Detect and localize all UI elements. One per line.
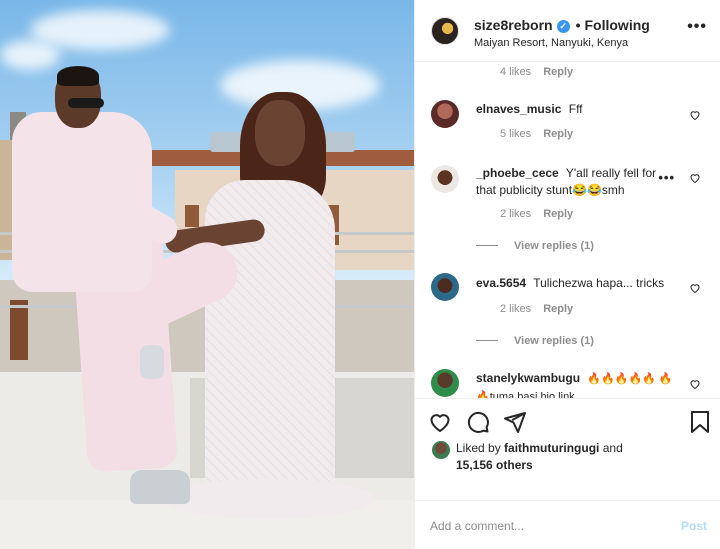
sneaker: [140, 345, 164, 379]
window: [185, 205, 199, 227]
post-button[interactable]: Post: [681, 519, 707, 533]
likes-text: Liked by faithmuturingugi and 15,156 oth…: [456, 440, 623, 474]
divider: [476, 245, 498, 246]
commenter-avatar[interactable]: [431, 165, 459, 193]
add-comment-bar: Post: [415, 500, 720, 549]
following-button[interactable]: Following: [585, 17, 650, 33]
heart-icon[interactable]: [689, 172, 701, 184]
save-button[interactable]: [687, 409, 713, 435]
commenter-username[interactable]: stanelykwambugu: [476, 371, 580, 385]
comment-likes[interactable]: 2 likes: [500, 208, 531, 220]
liker-username[interactable]: faithmuturingugi: [504, 441, 599, 455]
comment-text: stanelykwambugu 🔥🔥🔥🔥🔥 🔥🔥tuma basi hio li…: [476, 370, 676, 398]
more-options-icon[interactable]: •••: [687, 18, 707, 36]
separator: •: [575, 17, 581, 33]
commenter-username[interactable]: eva.5654: [476, 276, 526, 290]
comment-body: Tulichezwa hapa... tricks: [533, 276, 665, 290]
comment-input[interactable]: [430, 516, 650, 536]
author-avatar[interactable]: [431, 17, 459, 45]
commenter-avatar[interactable]: [431, 100, 459, 128]
liked-by-label: Liked by: [456, 441, 501, 455]
man-hair: [57, 66, 99, 86]
comment-meta: 4 likes Reply: [500, 66, 573, 78]
bookmark-icon: [691, 411, 709, 433]
reply-button[interactable]: Reply: [543, 208, 573, 220]
woman-head: [255, 100, 305, 166]
comment-meta: 2 likes Reply: [500, 208, 573, 220]
commenter-username[interactable]: _phoebe_cece: [476, 166, 559, 180]
sunglasses: [68, 98, 104, 108]
author-line: size8reborn ✓ • Following: [474, 17, 650, 33]
and-label: and: [602, 441, 623, 455]
post-photo[interactable]: [0, 0, 414, 549]
post-actions: [415, 398, 720, 442]
heart-icon[interactable]: [689, 109, 701, 121]
comment-likes[interactable]: 5 likes: [500, 128, 531, 140]
comment-text: _phoebe_cece Y'all really fell for that …: [476, 165, 676, 199]
divider: [476, 340, 498, 341]
post-header: size8reborn ✓ • Following Maiyan Resort, Na…: [415, 0, 720, 62]
commenter-username[interactable]: elnaves_music: [476, 102, 561, 116]
window: [10, 300, 28, 360]
commenter-avatar[interactable]: [431, 273, 459, 301]
share-button[interactable]: [502, 409, 528, 435]
post-location[interactable]: Maiyan Resort, Nanyuki, Kenya: [474, 37, 628, 49]
comment-icon: [467, 411, 489, 433]
more-options-icon[interactable]: •••: [658, 170, 675, 185]
reply-button[interactable]: Reply: [543, 128, 573, 140]
comment-likes[interactable]: 4 likes: [500, 66, 531, 78]
verified-badge-icon: ✓: [556, 20, 570, 33]
comment-meta: 5 likes Reply: [500, 128, 573, 140]
view-replies-label: View replies (1): [514, 240, 594, 252]
comment-button[interactable]: [465, 409, 491, 435]
heart-icon: [430, 414, 450, 432]
heart-icon[interactable]: [689, 282, 701, 294]
likes-count[interactable]: 15,156 others: [456, 458, 533, 472]
view-replies-label: View replies (1): [514, 335, 594, 347]
view-replies-button[interactable]: View replies (1): [476, 335, 594, 347]
heart-icon[interactable]: [689, 378, 701, 390]
liker-avatar[interactable]: [432, 441, 450, 459]
author-username[interactable]: size8reborn: [474, 17, 553, 33]
comments-list[interactable]: 4 likes Reply elnaves_music Fff 5 likes Re…: [415, 62, 720, 398]
comment-text: elnaves_music Fff: [476, 101, 676, 118]
likes-summary: Liked by faithmuturingugi and 15,156 oth…: [415, 438, 720, 478]
comment-body: Fff: [568, 102, 583, 116]
post-side-panel: size8reborn ✓ • Following Maiyan Resort, Na…: [414, 0, 720, 549]
commenter-avatar[interactable]: [431, 369, 459, 397]
sneaker: [130, 470, 190, 504]
view-replies-button[interactable]: View replies (1): [476, 240, 594, 252]
comment-text: eva.5654 Tulichezwa hapa... tricks: [476, 275, 676, 292]
comment-likes[interactable]: 2 likes: [500, 303, 531, 315]
share-icon: [504, 412, 526, 433]
reply-button[interactable]: Reply: [543, 66, 573, 78]
like-button[interactable]: [427, 409, 453, 435]
cloud: [0, 40, 60, 70]
comment-meta: 2 likes Reply: [500, 303, 573, 315]
reply-button[interactable]: Reply: [543, 303, 573, 315]
